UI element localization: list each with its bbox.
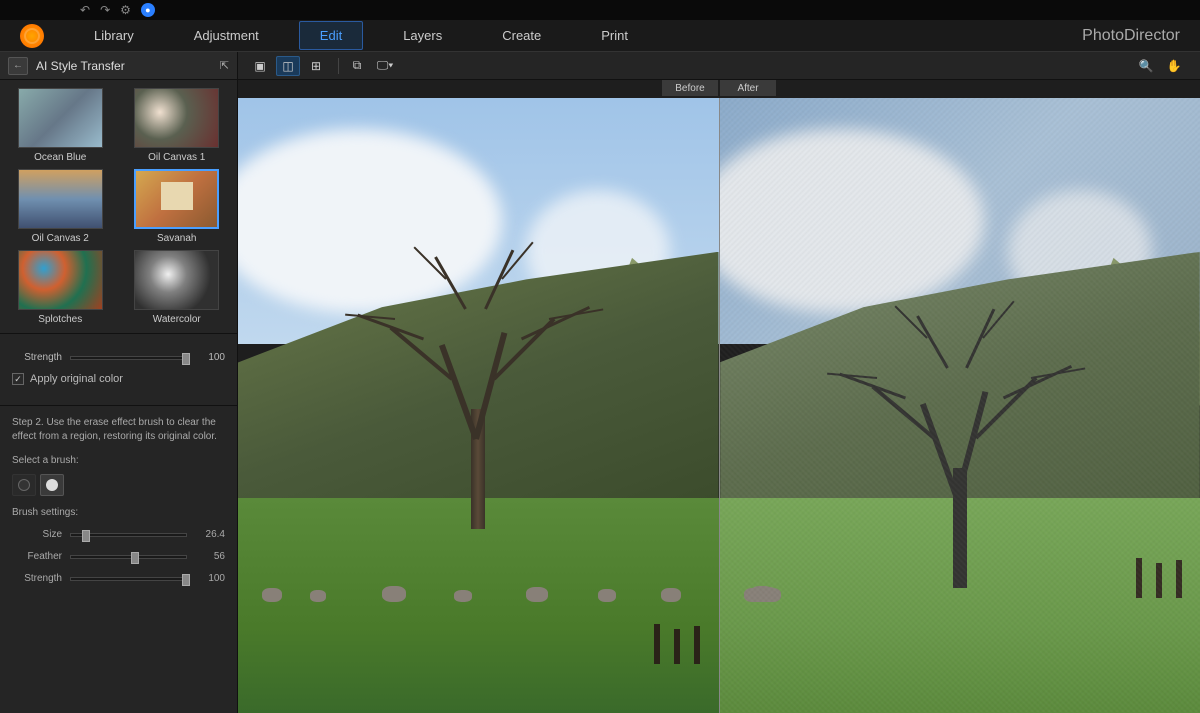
strength-slider[interactable]: Strength 100 — [12, 352, 225, 363]
after-tab[interactable]: After — [720, 80, 776, 96]
title-bar: ↶ ↷ ⚙ ● — [0, 0, 1200, 20]
erase-brush-button[interactable] — [12, 474, 36, 496]
redo-icon[interactable]: ↷ — [100, 3, 110, 17]
zoom-icon[interactable]: 🔍 — [1134, 56, 1158, 76]
style-thumbnail — [134, 250, 219, 310]
pan-hand-icon[interactable]: ✋ — [1162, 56, 1186, 76]
apply-original-color-checkbox[interactable]: ✓ Apply original color — [12, 373, 225, 385]
nav-adjustment[interactable]: Adjustment — [174, 22, 279, 49]
brush-settings-label: Brush settings: — [12, 506, 225, 520]
nav-library[interactable]: Library — [74, 22, 154, 49]
expand-icon[interactable]: ⇱ — [220, 59, 229, 72]
before-image — [238, 98, 719, 713]
view-single-icon[interactable]: ▣ — [248, 56, 272, 76]
back-button[interactable]: ← — [8, 57, 28, 75]
undo-icon[interactable]: ↶ — [80, 3, 90, 17]
sidebar-title: AI Style Transfer — [36, 59, 220, 73]
compare-tabs: Before After — [238, 80, 1200, 98]
nav-create[interactable]: Create — [482, 22, 561, 49]
brush-feather-slider[interactable]: Feather 56 — [12, 550, 225, 564]
brush-size-slider[interactable]: Size 26.4 — [12, 528, 225, 542]
display-dropdown-icon[interactable]: 🖵▾ — [373, 56, 397, 76]
style-thumbnail — [18, 169, 103, 229]
step2-instructions: Step 2. Use the erase effect brush to cl… — [12, 416, 225, 444]
app-name: PhotoDirector — [1082, 27, 1180, 45]
style-savanah[interactable]: Savanah — [123, 169, 232, 244]
sidebar-header: ← AI Style Transfer ⇱ — [0, 52, 237, 80]
style-grid: Ocean Blue Oil Canvas 1 Oil Canvas 2 Sav… — [6, 88, 231, 325]
style-thumbnail — [18, 88, 103, 148]
select-brush-label: Select a brush: — [12, 454, 225, 468]
style-oil-canvas-1[interactable]: Oil Canvas 1 — [123, 88, 232, 163]
view-split-icon[interactable]: ⧉ — [345, 56, 369, 76]
restore-brush-button[interactable] — [40, 474, 64, 496]
style-splotches[interactable]: Splotches — [6, 250, 115, 325]
nav-edit[interactable]: Edit — [299, 21, 363, 50]
checkbox-icon: ✓ — [12, 373, 24, 385]
style-thumbnail — [134, 88, 219, 148]
sidebar: ← AI Style Transfer ⇱ Ocean Blue Oil Can… — [0, 52, 238, 713]
image-canvas[interactable] — [238, 98, 1200, 713]
app-logo-icon[interactable] — [20, 24, 44, 48]
after-image — [719, 98, 1200, 713]
brush-strength-slider[interactable]: Strength 100 — [12, 572, 225, 586]
view-compare-icon[interactable]: ◫ — [276, 56, 300, 76]
viewer-toolbar: ▣ ◫ ⊞ ⧉ 🖵▾ 🔍 ✋ — [238, 52, 1200, 80]
notification-icon[interactable]: ● — [141, 3, 155, 17]
style-watercolor[interactable]: Watercolor — [123, 250, 232, 325]
style-ocean-blue[interactable]: Ocean Blue — [6, 88, 115, 163]
before-tab[interactable]: Before — [662, 80, 718, 96]
gear-icon[interactable]: ⚙ — [120, 3, 131, 17]
style-thumbnail — [18, 250, 103, 310]
style-thumbnail — [134, 169, 219, 229]
style-oil-canvas-2[interactable]: Oil Canvas 2 — [6, 169, 115, 244]
nav-print[interactable]: Print — [581, 22, 648, 49]
main-nav: Library Adjustment Edit Layers Create Pr… — [0, 20, 1200, 52]
view-grid-icon[interactable]: ⊞ — [304, 56, 328, 76]
canvas-area: ▣ ◫ ⊞ ⧉ 🖵▾ 🔍 ✋ Before After — [238, 52, 1200, 713]
nav-layers[interactable]: Layers — [383, 22, 462, 49]
